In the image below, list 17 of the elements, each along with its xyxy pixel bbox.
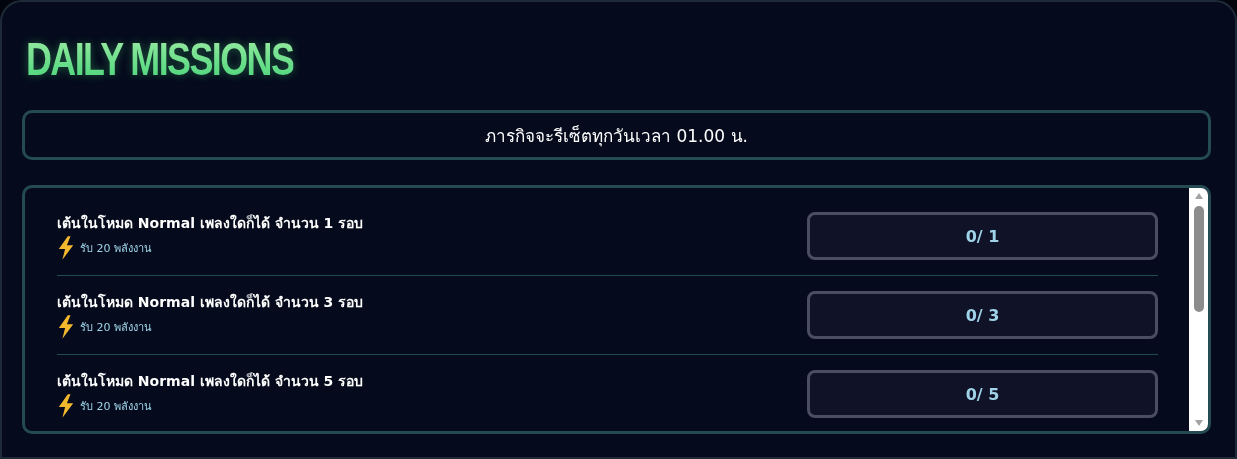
scroll-up-icon[interactable] (1193, 192, 1204, 200)
reward-text: รับ 20 พลังงาน (80, 320, 152, 336)
lightning-icon (57, 315, 75, 339)
mission-title: เต้นในโหมด Normal เพลงใดก็ได้ จำนวน 3 รอบ (57, 292, 364, 312)
notice-text: ภารกิจจะรีเซ็ตทุกวันเวลา 01.00 น. (485, 124, 748, 149)
scrollbar-thumb[interactable] (1193, 206, 1204, 312)
reward-text: รับ 20 พลังงาน (80, 241, 152, 257)
progress-button[interactable]: 0/ 1 (807, 212, 1158, 260)
progress-button[interactable]: 0/ 5 (807, 370, 1158, 418)
reward-text: รับ 20 พลังงาน (80, 399, 152, 415)
scroll-down-icon[interactable] (1193, 419, 1204, 427)
mission-title: เต้นในโหมด Normal เพลงใดก็ได้ จำนวน 5 รอบ (57, 371, 364, 391)
scrollbar[interactable] (1189, 188, 1208, 431)
mission-title: เต้นในโหมด Normal เพลงใดก็ได้ จำนวน 1 รอบ (57, 213, 364, 233)
lightning-icon (57, 236, 75, 260)
progress-button[interactable]: 0/ 3 (807, 291, 1158, 339)
lightning-icon (57, 394, 75, 418)
